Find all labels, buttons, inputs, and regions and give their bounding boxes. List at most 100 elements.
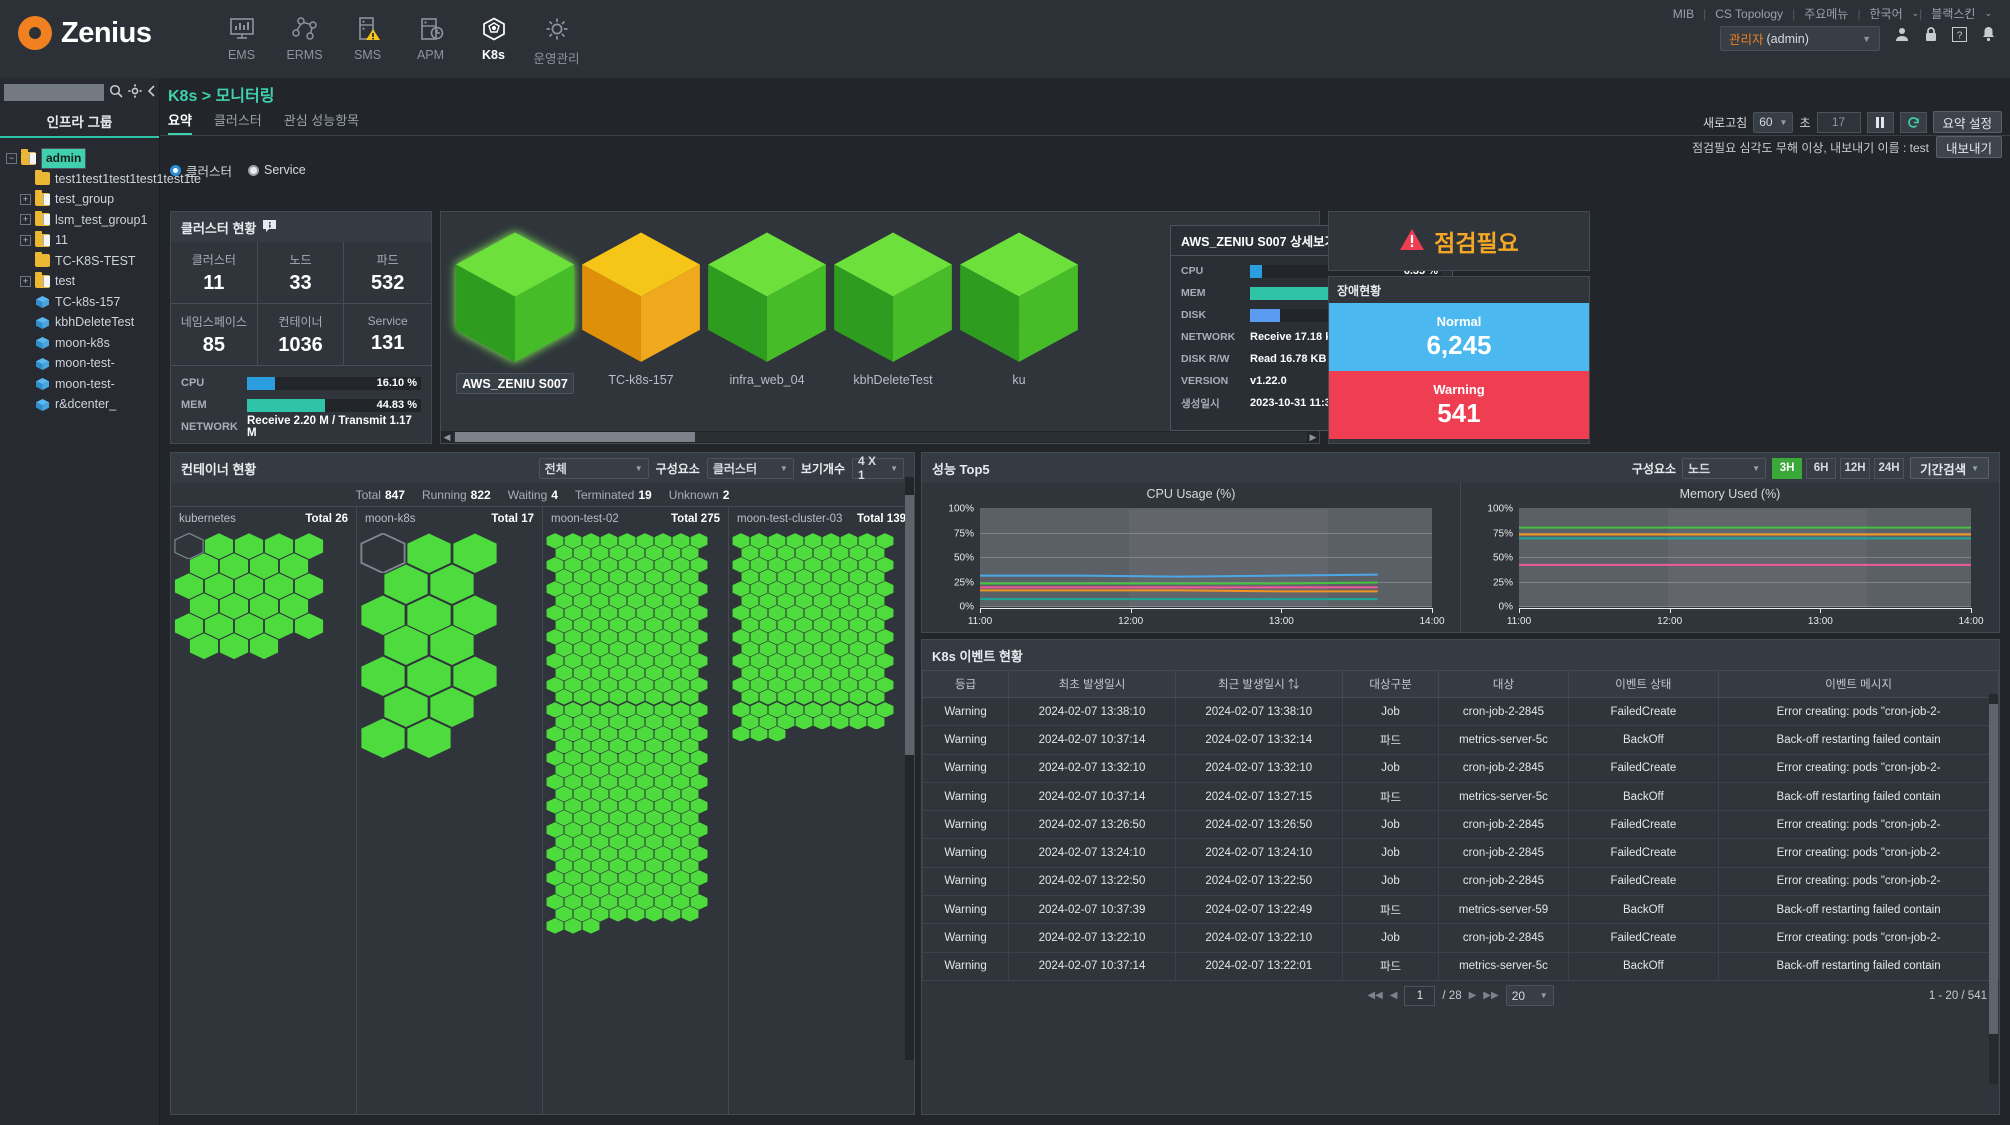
perf-component-select[interactable]: 노드 ▼ bbox=[1682, 458, 1766, 479]
cluster-node-AWS_ZENIU S007[interactable]: AWS_ZENIU S007 bbox=[451, 230, 579, 394]
table-row[interactable]: Warning2024-02-07 13:38:102024-02-07 13:… bbox=[923, 698, 1999, 726]
user-menu[interactable]: 관리자 (admin) ▼ bbox=[1720, 26, 1880, 51]
user-icon[interactable] bbox=[1894, 26, 1910, 45]
nav-module-운영관리[interactable]: 운영관리 bbox=[525, 6, 588, 72]
tree-node-test1test1test1test1test1te[interactable]: test1test1test1test1test1te bbox=[0, 169, 159, 190]
prev-page-icon[interactable]: ◀ bbox=[1390, 990, 1398, 1001]
radio-Service[interactable]: Service bbox=[248, 163, 306, 177]
tree-node-r&dcenter_[interactable]: r&dcenter_ bbox=[0, 394, 159, 415]
refresh-icon[interactable] bbox=[1900, 112, 1927, 133]
tree-node-TC-K8S-TEST[interactable]: TC-K8S-TEST bbox=[0, 251, 159, 272]
carousel-scroll-thumb[interactable] bbox=[455, 432, 695, 442]
top-link-CS Topology[interactable]: CS Topology bbox=[1706, 7, 1792, 21]
container-hex[interactable] bbox=[663, 906, 681, 922]
chevron-down-icon[interactable]: ⌄ bbox=[1912, 8, 1920, 19]
container-hex[interactable] bbox=[681, 906, 699, 922]
container-grid-scrollbar[interactable] bbox=[905, 477, 914, 1060]
page-number-input[interactable]: 1 bbox=[1404, 986, 1435, 1006]
container-hex[interactable] bbox=[609, 906, 627, 922]
period-search-button[interactable]: 기간검색 ▼ bbox=[1910, 457, 1989, 479]
nav-module-K8s[interactable]: K8s bbox=[462, 6, 525, 72]
container-filter-select[interactable]: 전체 ▼ bbox=[539, 458, 649, 479]
table-row[interactable]: Warning2024-02-07 10:37:392024-02-07 13:… bbox=[923, 896, 1999, 924]
expand-icon[interactable]: + bbox=[20, 194, 31, 205]
top-link-블랙스킨[interactable]: 블랙스킨 bbox=[1922, 5, 1984, 22]
container-hex[interactable] bbox=[795, 714, 813, 730]
container-component-select[interactable]: 클러스터 ▼ bbox=[707, 458, 794, 479]
column-header-최초 발생일시[interactable]: 최초 발생일시 bbox=[1009, 671, 1176, 698]
summary-settings-button[interactable]: 요약 설정 bbox=[1933, 111, 2002, 133]
column-header-대상[interactable]: 대상 bbox=[1439, 671, 1568, 698]
expand-icon[interactable]: + bbox=[20, 276, 31, 287]
table-row[interactable]: Warning2024-02-07 13:32:102024-02-07 13:… bbox=[923, 754, 1999, 782]
pause-icon[interactable] bbox=[1867, 112, 1894, 133]
cluster-node-kbhDeleteTest[interactable]: kbhDeleteTest bbox=[829, 230, 957, 387]
radio-클러스터[interactable]: 클러스터 bbox=[170, 161, 232, 180]
column-header-등급[interactable]: 등급 bbox=[923, 671, 1009, 698]
column-header-이벤트 상태[interactable]: 이벤트 상태 bbox=[1568, 671, 1719, 698]
table-row[interactable]: Warning2024-02-07 13:26:502024-02-07 13:… bbox=[923, 811, 1999, 839]
bell-icon[interactable] bbox=[1981, 26, 1996, 45]
page-size-select[interactable]: 20 ▼ bbox=[1506, 985, 1554, 1006]
container-hex[interactable] bbox=[582, 918, 600, 934]
time-range-24H[interactable]: 24H bbox=[1874, 458, 1904, 479]
tab-요약[interactable]: 요약 bbox=[168, 110, 192, 135]
nav-module-APM[interactable]: APM bbox=[399, 6, 462, 72]
lock-icon[interactable] bbox=[1924, 26, 1938, 45]
table-row[interactable]: Warning2024-02-07 13:22:502024-02-07 13:… bbox=[923, 867, 1999, 895]
search-input[interactable] bbox=[4, 84, 104, 101]
container-hex[interactable] bbox=[831, 714, 849, 730]
tree-node-kbhDeleteTest[interactable]: kbhDeleteTest bbox=[0, 312, 159, 333]
tree-node-test[interactable]: +test bbox=[0, 271, 159, 292]
time-range-3H[interactable]: 3H bbox=[1772, 458, 1802, 479]
carousel-scroll-track[interactable] bbox=[453, 432, 1307, 442]
scroll-thumb[interactable] bbox=[905, 495, 914, 755]
nav-module-ERMS[interactable]: ERMS bbox=[273, 6, 336, 72]
container-hex[interactable] bbox=[249, 633, 279, 659]
tree-node-moon-test-[interactable]: moon-test- bbox=[0, 353, 159, 374]
gear-icon[interactable] bbox=[128, 84, 142, 101]
container-hex[interactable] bbox=[294, 613, 324, 639]
container-hex[interactable] bbox=[564, 918, 582, 934]
collapse-sidebar-icon[interactable] bbox=[147, 85, 157, 100]
tree-node-moon-test-[interactable]: moon-test- bbox=[0, 374, 159, 395]
search-icon[interactable] bbox=[109, 84, 123, 101]
scroll-left-icon[interactable]: ◀ bbox=[441, 432, 453, 443]
scroll-right-icon[interactable]: ▶ bbox=[1307, 432, 1319, 443]
tab-클러스터[interactable]: 클러스터 bbox=[214, 110, 262, 135]
time-range-6H[interactable]: 6H bbox=[1806, 458, 1836, 479]
chevron-down-icon[interactable]: ⌄ bbox=[1984, 8, 1992, 19]
container-hex[interactable] bbox=[849, 714, 867, 730]
tree-node-test_group[interactable]: +test_group bbox=[0, 189, 159, 210]
top-link-MIB[interactable]: MIB bbox=[1664, 7, 1703, 21]
container-hex[interactable] bbox=[750, 726, 768, 742]
column-header-대상구분[interactable]: 대상구분 bbox=[1342, 671, 1439, 698]
tree-node-lsm_test_group1[interactable]: +lsm_test_group1 bbox=[0, 210, 159, 231]
container-viewcount-select[interactable]: 4 X 1 ▼ bbox=[852, 458, 904, 479]
first-page-icon[interactable]: ◀◀ bbox=[1367, 990, 1382, 1001]
tree-node-11[interactable]: +11 bbox=[0, 230, 159, 251]
collapse-icon[interactable]: − bbox=[6, 153, 17, 164]
carousel-scrollbar[interactable]: ◀ ▶ bbox=[441, 431, 1319, 443]
fault-item-Normal[interactable]: Normal6,245 bbox=[1329, 303, 1589, 371]
container-hex[interactable] bbox=[406, 718, 452, 758]
column-header-이벤트 메시지[interactable]: 이벤트 메시지 bbox=[1719, 671, 1999, 698]
expand-icon[interactable]: + bbox=[20, 214, 31, 225]
cluster-node-infra_web_04[interactable]: infra_web_04 bbox=[703, 230, 831, 387]
time-range-12H[interactable]: 12H bbox=[1840, 458, 1870, 479]
refresh-interval-select[interactable]: 60 ▼ bbox=[1753, 112, 1793, 133]
table-row[interactable]: Warning2024-02-07 10:37:142024-02-07 13:… bbox=[923, 782, 1999, 810]
export-button[interactable]: 내보내기 bbox=[1936, 136, 2002, 158]
tab-관심 성능항목[interactable]: 관심 성능항목 bbox=[284, 110, 359, 135]
container-hex[interactable] bbox=[189, 633, 219, 659]
container-hex[interactable] bbox=[645, 906, 663, 922]
expand-icon[interactable]: + bbox=[20, 235, 31, 246]
container-hex[interactable] bbox=[732, 726, 750, 742]
app-logo[interactable]: Zenius bbox=[18, 16, 151, 50]
tree-node-admin[interactable]: −admin bbox=[0, 148, 159, 169]
container-hex[interactable] bbox=[627, 906, 645, 922]
last-page-icon[interactable]: ▶▶ bbox=[1483, 990, 1498, 1001]
container-hex[interactable] bbox=[867, 714, 885, 730]
container-hex[interactable] bbox=[219, 633, 249, 659]
fault-item-Warning[interactable]: Warning541 bbox=[1329, 371, 1589, 439]
